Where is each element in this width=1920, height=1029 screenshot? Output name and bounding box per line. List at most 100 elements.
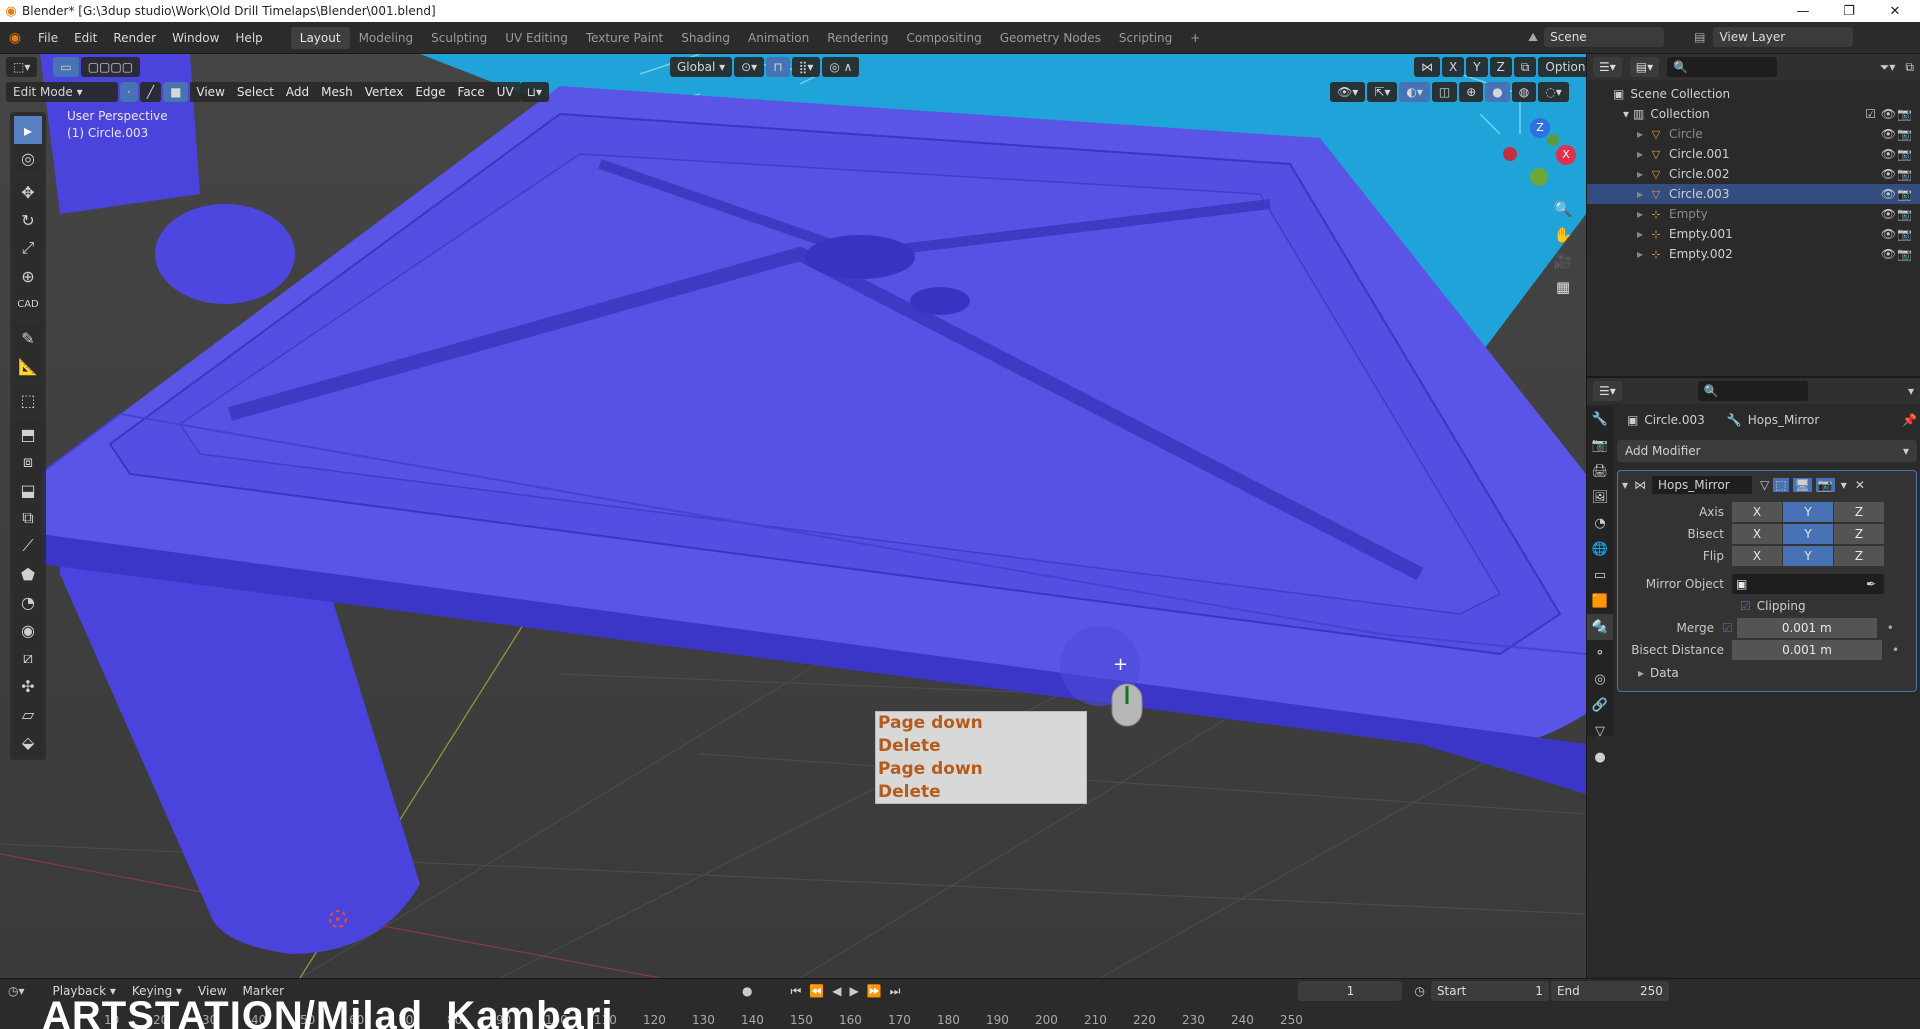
flip-x-toggle[interactable]: X xyxy=(1732,546,1782,566)
outliner-collection[interactable]: ▾ ▥ Collection ☑ 👁 📷 xyxy=(1587,104,1920,124)
visibility-icon[interactable]: 👁▾ xyxy=(1330,82,1366,102)
knife-tool-icon[interactable]: ⟋ xyxy=(14,532,42,560)
camera-icon[interactable]: 📷 xyxy=(1897,227,1912,241)
tab-geometry-nodes[interactable]: Geometry Nodes xyxy=(991,27,1110,49)
clipping-checkbox[interactable]: ☑ xyxy=(1740,599,1751,613)
axis-x-toggle[interactable]: X xyxy=(1442,57,1465,77)
auto-merge-icon[interactable]: ⧉ xyxy=(1513,57,1537,77)
eyedropper-icon[interactable]: ✒ xyxy=(1866,577,1876,591)
axis-z-toggle[interactable]: Z xyxy=(1489,57,1512,77)
outliner-scene-collection[interactable]: ▣ Scene Collection xyxy=(1587,84,1920,104)
expand-chevron-icon[interactable]: ▸ xyxy=(1637,207,1643,221)
eye-icon[interactable]: 👁 xyxy=(1881,187,1896,201)
cage-toggle-icon[interactable]: ⬚ xyxy=(1773,478,1789,492)
edge-slide-tool-icon[interactable]: ⧄ xyxy=(14,644,42,672)
viewport-menu-select[interactable]: Select xyxy=(230,82,280,102)
camera-view-icon[interactable]: 🎥 xyxy=(1550,248,1576,274)
camera-icon[interactable]: 📷 xyxy=(1897,187,1912,201)
smooth-tool-icon[interactable]: ◉ xyxy=(14,616,42,644)
world-tab-icon[interactable]: 🌐 xyxy=(1587,536,1613,562)
eye-icon[interactable]: 👁 xyxy=(1881,227,1896,241)
menu-edit[interactable]: Edit xyxy=(66,27,105,49)
tab-texture-paint[interactable]: Texture Paint xyxy=(577,27,672,49)
tab-scripting[interactable]: Scripting xyxy=(1110,27,1181,49)
poly-build-tool-icon[interactable]: ⬟ xyxy=(14,560,42,588)
outliner-item-6[interactable]: ▸ ⊹ Empty.002 👁 📷 xyxy=(1587,244,1920,264)
eye-icon[interactable]: 👁 xyxy=(1881,147,1896,161)
spin-tool-icon[interactable]: ◔ xyxy=(14,588,42,616)
snap-target-icon[interactable]: ⣿▾ xyxy=(791,57,821,77)
gizmo-z-axis[interactable]: Z xyxy=(1530,118,1550,138)
camera-icon[interactable]: 📷 xyxy=(1897,107,1912,121)
expand-chevron-icon[interactable]: ▸ xyxy=(1637,187,1643,201)
face-select-mode-icon[interactable]: ■ xyxy=(163,82,189,102)
outliner-filter-icon[interactable]: ⏷▾ xyxy=(1880,60,1896,75)
add-modifier-dropdown[interactable]: Add Modifier ▾ xyxy=(1617,440,1917,462)
gizmo-neg-x-axis[interactable] xyxy=(1503,147,1517,161)
viewport-menu-edge[interactable]: Edge xyxy=(409,82,452,102)
zoom-icon[interactable]: 🔍 xyxy=(1550,196,1576,222)
physics-tab-icon[interactable]: ◎ xyxy=(1587,666,1613,692)
bisect-y-toggle[interactable]: Y xyxy=(1783,524,1833,544)
data-tab-icon[interactable]: ▽ xyxy=(1587,718,1613,744)
mirror-object-field[interactable]: ▣ xyxy=(1732,574,1884,594)
viewport-menu-face[interactable]: Face xyxy=(451,82,491,102)
outliner-display-mode[interactable]: ▤▾ xyxy=(1629,57,1660,77)
vertex-select-mode-icon[interactable]: ⋅ xyxy=(120,82,138,102)
expand-chevron-icon[interactable]: ▸ xyxy=(1637,247,1643,261)
annotate-tool-icon[interactable]: ✎ xyxy=(14,324,42,352)
viewport-menu-vertex[interactable]: Vertex xyxy=(358,82,410,102)
viewport-menu-add[interactable]: Add xyxy=(279,82,316,102)
minimize-button[interactable]: — xyxy=(1780,0,1826,22)
select-box-tool-icon[interactable]: ▸ xyxy=(14,116,42,144)
collection-expand-icon[interactable]: ▾ xyxy=(1623,107,1629,121)
bisect-z-toggle[interactable]: Z xyxy=(1834,524,1884,544)
keyframe-dot-icon[interactable]: • xyxy=(1887,621,1894,635)
outliner-item-2[interactable]: ▸ ▽ Circle.002 👁 📷 xyxy=(1587,164,1920,184)
collection-checkbox-icon[interactable]: ☑ xyxy=(1865,107,1876,121)
modifier-menu-icon[interactable]: ▾ xyxy=(1841,478,1847,492)
expand-chevron-icon[interactable]: ▸ xyxy=(1637,147,1643,161)
blender-menu-icon[interactable]: ◉ xyxy=(0,30,30,46)
navigation-gizmo[interactable]: Z X xyxy=(1490,114,1576,194)
data-subpanel-label[interactable]: Data xyxy=(1650,666,1679,680)
overlays-icon[interactable]: ◐▾ xyxy=(1399,82,1430,102)
axis-z-toggle[interactable]: Z xyxy=(1834,502,1884,522)
bisect-distance-field[interactable]: 0.001 m xyxy=(1732,640,1882,660)
tab-sculpting[interactable]: Sculpting xyxy=(422,27,496,49)
view-layer-selector[interactable]: View Layer xyxy=(1713,27,1854,47)
extrude-tool-icon[interactable]: ⬒ xyxy=(14,420,42,448)
new-collection-icon[interactable]: ⧉ xyxy=(1905,60,1914,75)
output-tab-icon[interactable]: 🖨 xyxy=(1587,458,1613,484)
camera-icon[interactable]: 📷 xyxy=(1897,207,1912,221)
rip-tool-icon[interactable]: ⬙ xyxy=(14,728,42,756)
merge-checkbox[interactable]: ☑ xyxy=(1722,621,1733,635)
select-box-tool-icon[interactable]: ▭ xyxy=(53,57,79,77)
material-tab-icon[interactable]: ● xyxy=(1587,744,1613,770)
shrink-fatten-tool-icon[interactable]: ✣ xyxy=(14,672,42,700)
render-toggle-icon[interactable]: 📷 xyxy=(1815,478,1835,492)
camera-icon[interactable]: 📷 xyxy=(1897,247,1912,261)
flip-y-toggle[interactable]: Y xyxy=(1783,546,1833,566)
uv-sync-icon[interactable]: ⊔▾ xyxy=(519,82,550,102)
viewport-toggle-icon[interactable]: 🖥 xyxy=(1792,478,1812,492)
scale-tool-icon[interactable]: ⤢ xyxy=(14,234,42,262)
perspective-grid-icon[interactable]: ▦ xyxy=(1550,274,1576,300)
axis-x-toggle[interactable]: X xyxy=(1732,502,1782,522)
material-shading-icon[interactable]: ◍ xyxy=(1511,82,1537,102)
mode-dropdown[interactable]: Edit Mode ▾ xyxy=(6,82,118,102)
axis-y-toggle[interactable]: Y xyxy=(1783,502,1833,522)
edge-select-mode-icon[interactable]: ╱ xyxy=(139,82,162,102)
measure-tool-icon[interactable]: 📐 xyxy=(14,352,42,380)
expand-chevron-icon[interactable]: ▸ xyxy=(1637,227,1643,241)
viewport-menu-mesh[interactable]: Mesh xyxy=(315,82,359,102)
tab-uv-editing[interactable]: UV Editing xyxy=(496,27,577,49)
bisect-x-toggle[interactable]: X xyxy=(1732,524,1782,544)
outliner-item-0[interactable]: ▸ ▽ Circle 👁 📷 xyxy=(1587,124,1920,144)
inset-tool-icon[interactable]: ⧈ xyxy=(14,448,42,476)
particles-tab-icon[interactable]: ⚬ xyxy=(1587,640,1613,666)
select-mode-icons[interactable]: ▢▢▢▢ xyxy=(80,57,141,77)
pin-icon[interactable]: 📌 xyxy=(1902,413,1917,427)
eye-icon[interactable]: 👁 xyxy=(1881,127,1896,141)
transform-orientation-dropdown[interactable]: Global ▾ xyxy=(670,57,733,77)
